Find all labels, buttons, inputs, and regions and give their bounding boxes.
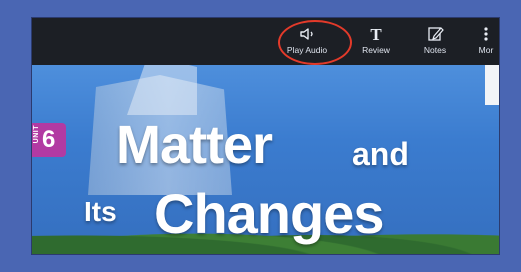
unit-word: UNIT	[33, 125, 40, 144]
notes-button[interactable]: Notes	[407, 23, 463, 61]
title-matter: Matter	[116, 115, 273, 175]
title-and: and	[352, 136, 409, 172]
more-button[interactable]: Mor	[466, 23, 499, 61]
top-toolbar: Play Audio T Review Notes Mor	[32, 18, 499, 65]
highlight-circle	[278, 20, 352, 65]
title-changes: Changes	[154, 182, 384, 245]
title-its: Its	[84, 196, 117, 227]
review-label: Review	[362, 45, 390, 55]
side-panel-edge	[485, 65, 499, 105]
unit-badge: UNIT 6	[32, 123, 66, 157]
notes-pencil-icon	[428, 27, 444, 41]
more-label: Mor	[478, 45, 494, 55]
review-button[interactable]: T Review	[348, 23, 404, 61]
cover-building-top	[127, 65, 197, 115]
book-cover: UNIT 6 Matter and Its Changes	[32, 65, 499, 254]
unit-number: 6	[42, 126, 56, 153]
app-frame: Play Audio T Review Notes Mor UNIT 6 Mat…	[32, 18, 499, 254]
svg-text:T: T	[370, 25, 382, 44]
notes-label: Notes	[423, 45, 447, 55]
vertical-dots-icon	[484, 27, 488, 41]
text-T-icon: T	[370, 25, 382, 44]
